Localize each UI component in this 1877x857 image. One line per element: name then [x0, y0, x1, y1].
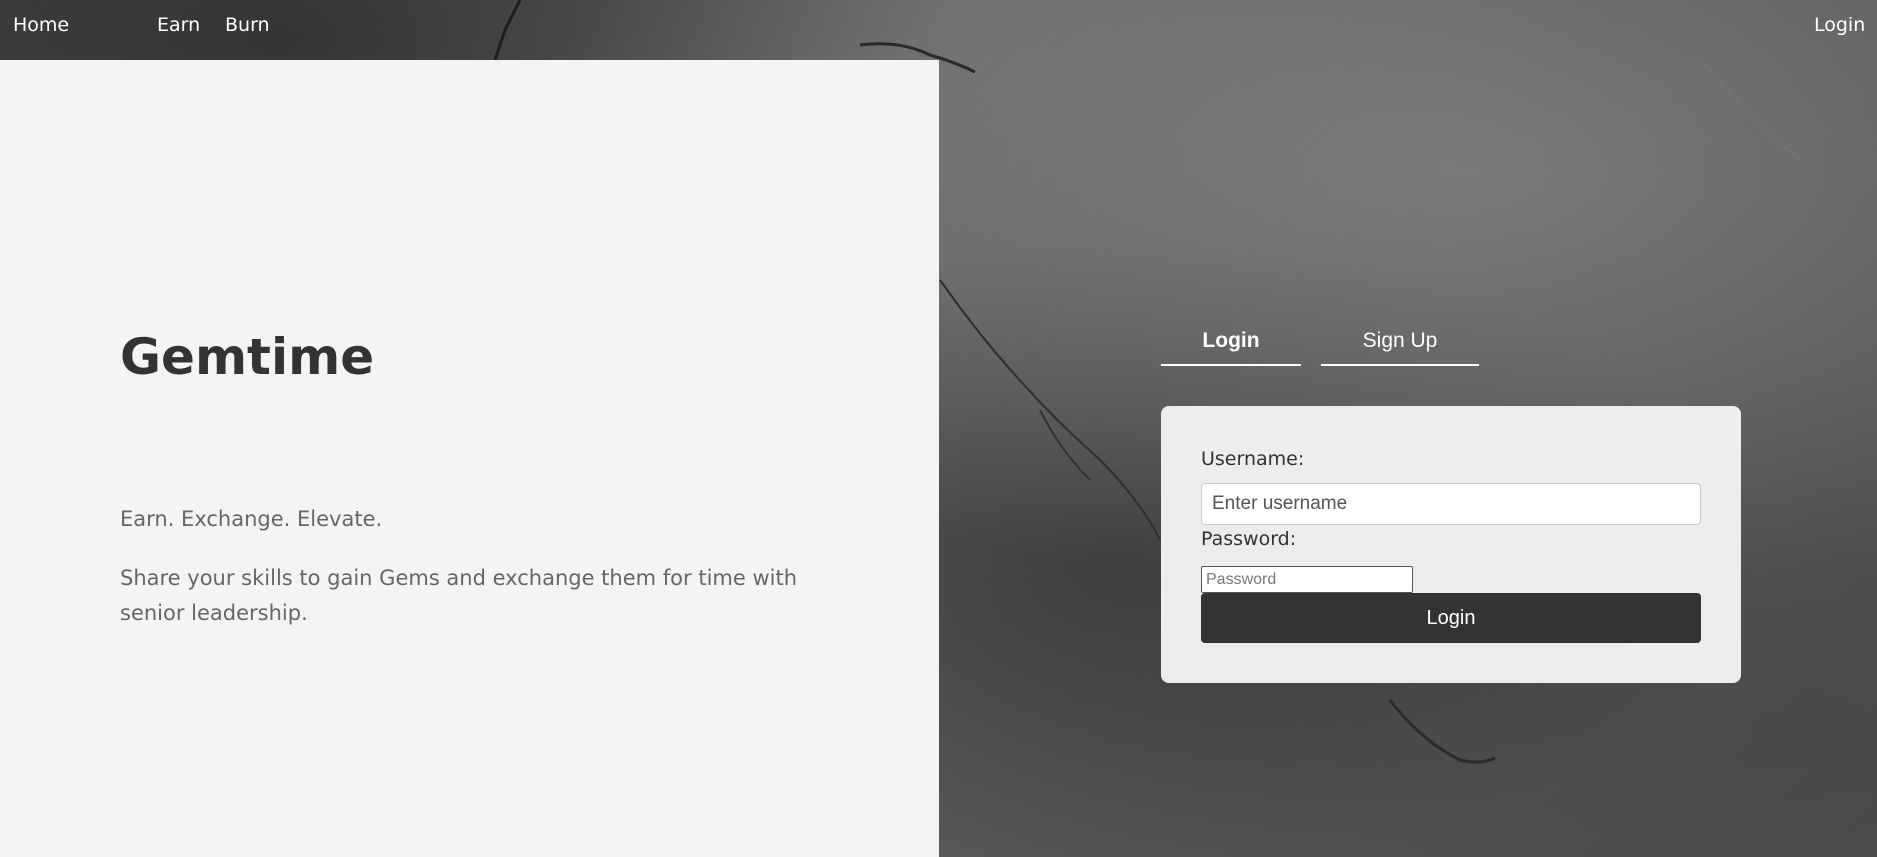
hero-description: Share your skills to gain Gems and excha… — [120, 566, 798, 625]
tagline: Earn. Exchange. Elevate. — [120, 507, 383, 531]
login-card: Username: Password: Login — [1161, 406, 1741, 683]
password-input[interactable] — [1201, 566, 1413, 593]
tab-login[interactable]: Login — [1161, 322, 1301, 366]
password-label: Password: — [1201, 528, 1297, 550]
nav-burn-link[interactable]: Burn — [225, 14, 270, 36]
login-submit-button[interactable]: Login — [1201, 593, 1701, 643]
brand-title: Gemtime — [120, 328, 375, 386]
username-label: Username: — [1201, 448, 1305, 470]
tab-sign-up[interactable]: Sign Up — [1321, 322, 1479, 366]
nav-home-link[interactable]: Home — [13, 14, 69, 36]
top-navigation: Home Earn Burn Login — [0, 0, 1877, 60]
username-input[interactable] — [1201, 483, 1701, 525]
nav-login-link[interactable]: Login — [1814, 14, 1865, 36]
nav-earn-link[interactable]: Earn — [157, 14, 200, 36]
hero-panel — [0, 60, 939, 857]
